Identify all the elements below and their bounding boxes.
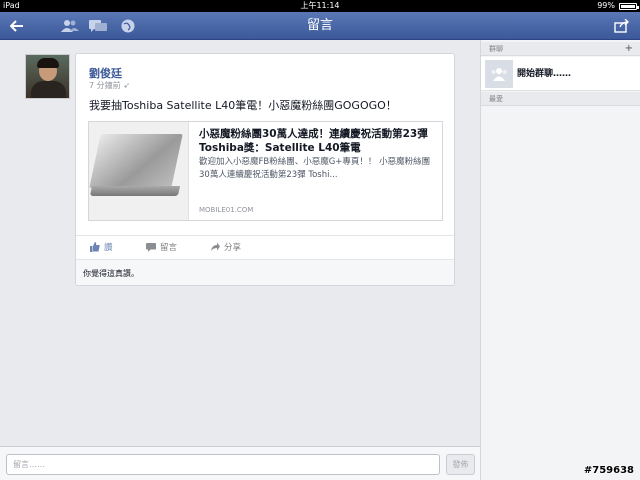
battery-icon xyxy=(619,2,639,10)
comment-composer: 發佈 xyxy=(0,446,480,480)
share-button[interactable]: 分享 xyxy=(210,239,241,255)
author-avatar[interactable] xyxy=(25,54,70,99)
start-group-chat[interactable]: 開始群聊…… xyxy=(481,57,640,91)
link-title[interactable]: 小惡魔粉絲團30萬人達成！連續慶祝活動第23彈 Toshiba獎：Satelli… xyxy=(199,127,439,155)
divider xyxy=(76,235,454,236)
likes-text: 你覺得這真讚。 xyxy=(83,269,139,278)
like-label: 讚 xyxy=(104,243,113,253)
link-thumbnail xyxy=(89,122,189,220)
add-group-icon[interactable]: + xyxy=(625,42,633,56)
post-comment-button[interactable]: 發佈 xyxy=(446,454,475,475)
location-icon: ➶ xyxy=(123,81,130,90)
link-description: 歡迎加入小惡魔FB粉絲團、小惡魔G+專頁！！ 小惡魔粉絲團30萬人連續慶祝活動第… xyxy=(199,157,431,180)
status-bar: iPad 上午11:14 99% xyxy=(0,0,640,12)
battery-status: 99% xyxy=(597,0,639,12)
post-text: 我要抽Toshiba Satellite L40筆電！小惡魔粉絲團GOGOGO！ xyxy=(89,99,397,112)
start-group-label: 開始群聊…… xyxy=(517,69,572,79)
link-preview[interactable]: 小惡魔粉絲團30萬人達成！連續慶祝活動第23彈 Toshiba獎：Satelli… xyxy=(88,121,443,221)
image-id-watermark: #759638 xyxy=(583,465,634,476)
comment-label: 留言 xyxy=(160,243,178,253)
post-card: 劉俊廷 7 分鐘前 ➶ 我要抽Toshiba Satellite L40筆電！小… xyxy=(75,53,455,286)
share-arrow-icon xyxy=(211,242,220,251)
groups-header-label: 群聊 xyxy=(489,45,503,53)
like-button[interactable]: 讚 xyxy=(90,239,113,255)
post-time-text: 7 分鐘前 xyxy=(89,81,121,90)
status-time: 上午11:14 xyxy=(300,1,340,10)
groups-header: 群聊 + xyxy=(481,42,640,56)
battery-percent: 99% xyxy=(597,1,615,10)
favorites-header: 最愛 xyxy=(481,92,640,106)
page-title: 留言 xyxy=(306,18,333,33)
comment-bubble-icon xyxy=(146,243,156,252)
comment-button[interactable]: 留言 xyxy=(146,239,177,255)
post-author[interactable]: 劉俊廷 xyxy=(89,65,122,81)
share-label: 分享 xyxy=(224,243,242,253)
link-domain: MOBILE01.COM xyxy=(199,206,254,214)
likes-summary: 你覺得這真讚。 xyxy=(76,259,454,285)
group-icon xyxy=(485,60,513,88)
comment-input[interactable] xyxy=(6,454,440,475)
post-time: 7 分鐘前 ➶ xyxy=(89,80,130,91)
nav-bar: 留言 xyxy=(0,12,640,40)
chat-sidebar: 群聊 + 開始群聊…… 最愛 xyxy=(480,40,640,480)
share-icon[interactable] xyxy=(612,16,632,36)
thumbs-up-icon xyxy=(90,242,100,252)
